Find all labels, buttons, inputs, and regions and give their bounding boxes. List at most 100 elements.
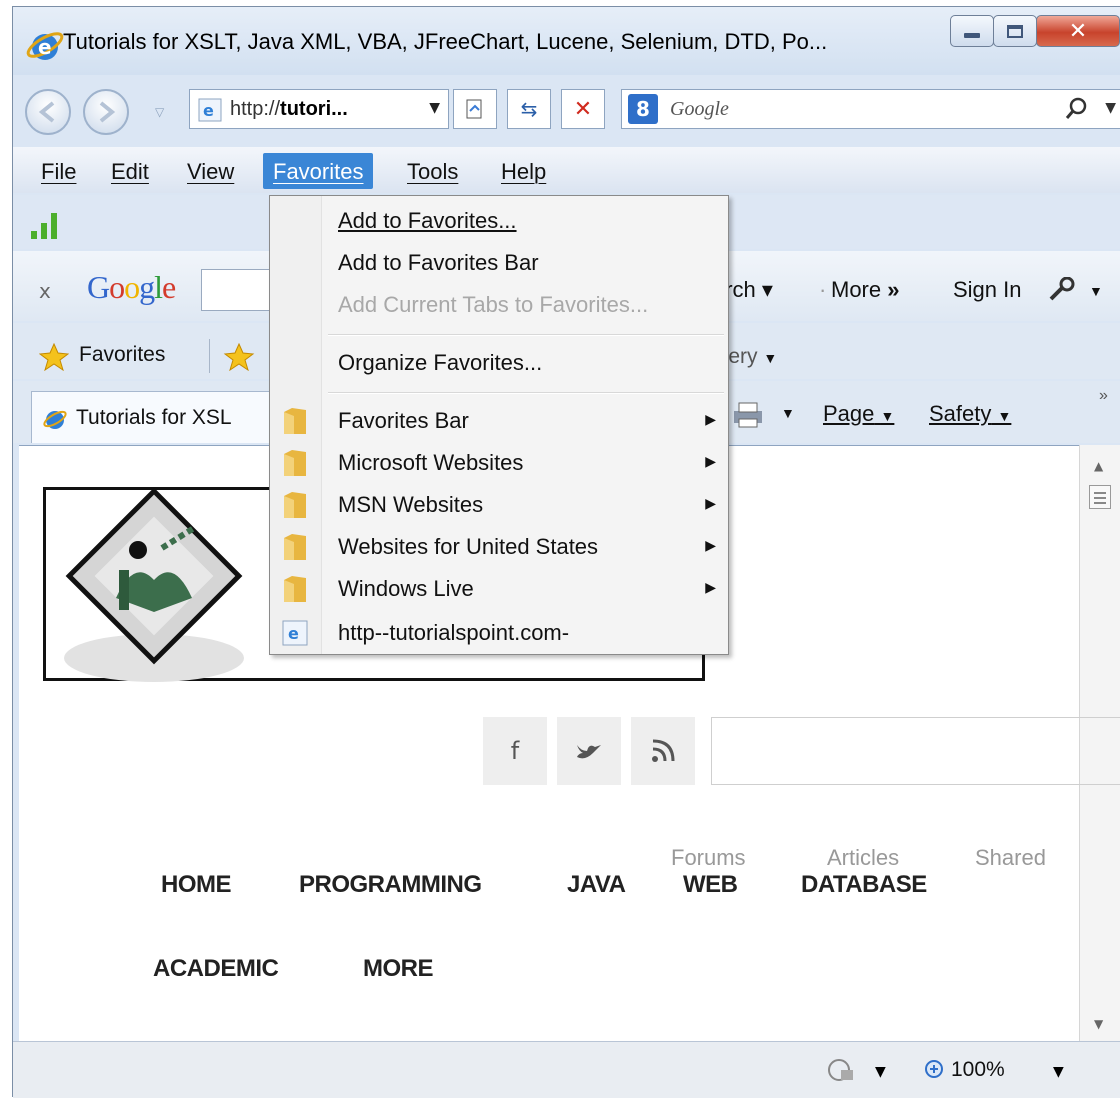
compatibility-icon: [466, 99, 482, 119]
zoom-level[interactable]: 100%: [951, 1058, 1005, 1082]
compatibility-view-button[interactable]: [453, 89, 497, 129]
browser-window: e Tutorials for XSLT, Java XML, VBA, JFr…: [12, 6, 1120, 1098]
forward-button[interactable]: [83, 89, 129, 135]
minimize-icon: [964, 32, 980, 38]
address-dropdown-arrow[interactable]: ▼: [429, 100, 440, 116]
twitter-button[interactable]: [557, 717, 621, 785]
menu-folder-msn-websites[interactable]: MSN Websites: [338, 492, 483, 518]
nav-home[interactable]: HOME: [161, 871, 232, 899]
svg-text:e: e: [38, 35, 52, 59]
nav-database[interactable]: DATABASE: [801, 871, 927, 899]
more-chevron-icon: »: [887, 277, 900, 302]
google-more-label: More: [831, 277, 882, 302]
menu-bar: File Edit View Favorites Tools Help: [13, 147, 1120, 193]
tab-title: Tutorials for XSL: [76, 406, 232, 429]
page-menu-button[interactable]: Page ▼: [823, 401, 894, 427]
facebook-button[interactable]: f: [483, 717, 547, 785]
favorites-button[interactable]: Favorites: [79, 343, 165, 367]
search-options-arrow[interactable]: ▼: [1105, 100, 1116, 116]
folder-icon: [284, 576, 306, 602]
print-icon[interactable]: [731, 401, 765, 429]
nav-forums-label[interactable]: Forums: [671, 845, 746, 871]
scroll-up-arrow[interactable]: ▲: [1094, 459, 1103, 473]
url-prefix: http://: [230, 98, 281, 120]
stop-button[interactable]: ✕: [561, 89, 605, 129]
menu-add-current-tabs: Add Current Tabs to Favorites...: [338, 292, 649, 317]
menu-view[interactable]: View: [177, 153, 244, 189]
menu-edit[interactable]: Edit: [101, 153, 159, 189]
back-button[interactable]: [25, 89, 71, 135]
submenu-arrow-icon: ▶: [705, 580, 716, 596]
add-favorite-star-icon[interactable]: [223, 343, 255, 371]
menu-separator: [328, 334, 724, 336]
zoom-dropdown[interactable]: ▼: [1053, 1064, 1064, 1080]
protected-mode-icon[interactable]: [827, 1056, 857, 1084]
zoom-icon[interactable]: [923, 1058, 949, 1084]
nav-articles-label[interactable]: Articles: [827, 845, 899, 871]
search-placeholder: Google: [670, 98, 729, 120]
search-box[interactable]: 8 Google ▼: [621, 89, 1120, 129]
nav-web[interactable]: WEB: [683, 871, 738, 899]
toolbar-overflow-chevron[interactable]: »: [1099, 387, 1108, 405]
submenu-arrow-icon: ▶: [705, 454, 716, 470]
menu-folder-windows-live[interactable]: Windows Live: [338, 576, 474, 602]
nav-java[interactable]: JAVA: [567, 871, 626, 899]
folder-icon: [284, 534, 306, 560]
navigation-bar: ▽ e http://tutori... ▼ ⇆ ✕ 8 Google ▼: [13, 75, 1120, 141]
menu-favorites[interactable]: Favorites: [263, 153, 374, 189]
menu-help[interactable]: Help: [491, 153, 556, 189]
recent-pages-dropdown[interactable]: ▽: [155, 105, 164, 119]
favorites-menu: Add to Favorites... Add to Favorites Bar…: [269, 195, 729, 655]
stop-icon: ✕: [573, 96, 593, 122]
back-icon: [38, 101, 55, 123]
menu-add-to-favorites-bar[interactable]: Add to Favorites Bar: [338, 250, 539, 276]
protected-mode-dropdown[interactable]: ▼: [875, 1064, 886, 1080]
google-more-button[interactable]: More »: [831, 277, 900, 303]
favorites-separator: [209, 339, 210, 373]
menu-link-tutorialspoint[interactable]: http--tutorialspoint.com-: [338, 620, 569, 646]
site-search-input[interactable]: [711, 717, 1120, 785]
google-sign-in-button[interactable]: Sign In: [953, 277, 1022, 303]
menu-tools[interactable]: Tools: [397, 153, 468, 189]
menu-folder-favorites-bar[interactable]: Favorites Bar: [338, 408, 469, 434]
svg-text:e: e: [203, 101, 214, 120]
wrench-icon[interactable]: [1047, 277, 1077, 303]
nav-academic[interactable]: ACADEMIC: [153, 955, 279, 983]
twitter-icon: [577, 745, 601, 759]
menu-organize-favorites[interactable]: Organize Favorites...: [338, 350, 542, 376]
menu-folder-websites-united-states[interactable]: Websites for United States: [338, 534, 598, 560]
scroll-down-arrow[interactable]: ▼: [1094, 1017, 1103, 1031]
folder-icon: [284, 492, 306, 518]
nav-programming[interactable]: PROGRAMMING: [299, 871, 482, 899]
menu-separator: [328, 392, 724, 394]
forward-icon: [99, 101, 116, 123]
maximize-button[interactable]: [993, 15, 1037, 47]
svg-text:e: e: [288, 624, 299, 643]
menu-folder-microsoft-websites[interactable]: Microsoft Websites: [338, 450, 523, 476]
tab-tutorials[interactable]: Tutorials for XSL: [31, 391, 291, 443]
rss-button[interactable]: [631, 717, 695, 785]
tab-ie-icon: [43, 410, 67, 429]
rss-icon: [652, 739, 675, 762]
tutorialspoint-logo: [64, 488, 244, 682]
close-button[interactable]: ✕: [1036, 15, 1120, 47]
search-provider-icon: 8: [628, 94, 658, 124]
safety-menu-button[interactable]: Safety ▼: [929, 401, 1011, 427]
star-icon: [39, 343, 69, 371]
status-bar: ▼ 100% ▼: [13, 1041, 1120, 1098]
search-icon[interactable]: [1064, 96, 1090, 122]
address-bar[interactable]: e http://tutori... ▼: [189, 89, 449, 129]
refresh-button[interactable]: ⇆: [507, 89, 551, 129]
wrench-dropdown-arrow[interactable]: ▼: [1089, 283, 1103, 299]
menu-file[interactable]: File: [31, 153, 86, 189]
menu-add-to-favorites[interactable]: Add to Favorites...: [338, 208, 517, 234]
print-dropdown-arrow[interactable]: ▼: [781, 405, 795, 421]
google-toolbar-close-button[interactable]: x: [39, 279, 51, 303]
submenu-arrow-icon: ▶: [705, 538, 716, 554]
safety-label: Safety: [929, 401, 992, 426]
scroll-thumb[interactable]: [1089, 485, 1111, 509]
folder-icon: [284, 450, 306, 476]
minimize-button[interactable]: [950, 15, 994, 47]
nav-shared-label[interactable]: Shared: [975, 845, 1046, 871]
nav-more[interactable]: MORE: [363, 955, 434, 983]
